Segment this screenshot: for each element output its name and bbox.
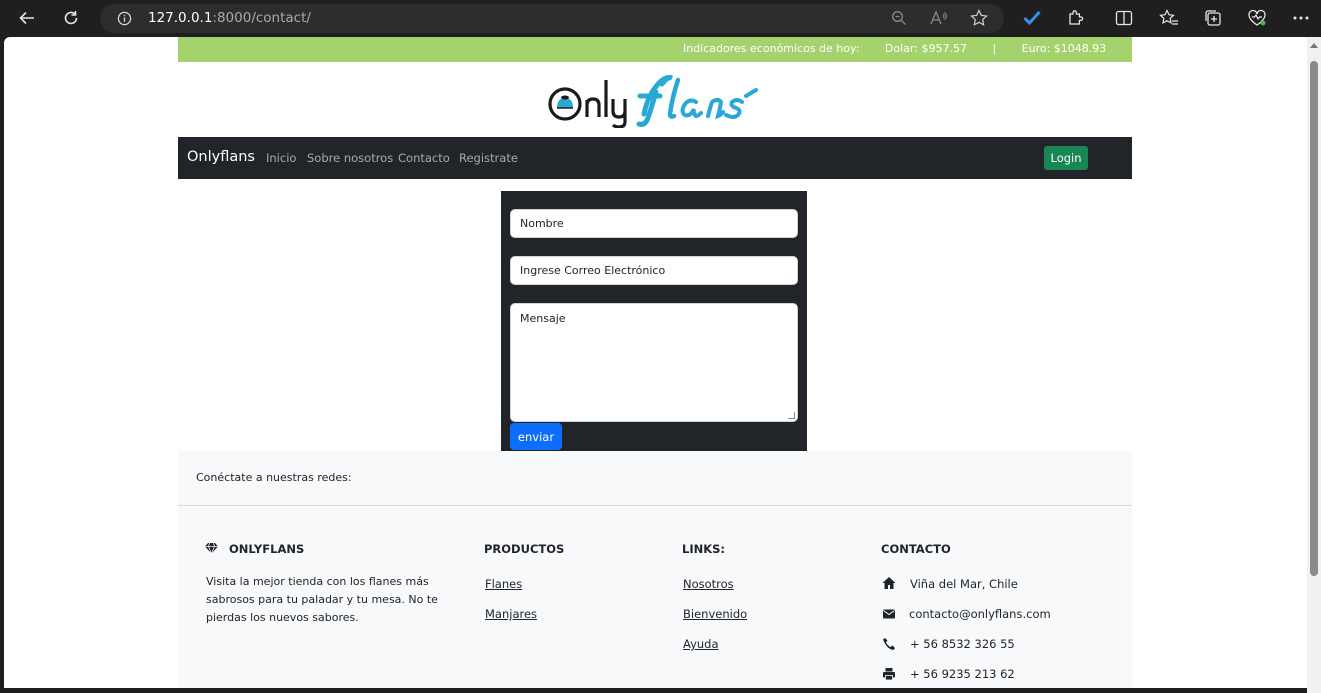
onlyflans-logo[interactable] (548, 72, 763, 128)
footer-links-heading: LINKS: (682, 542, 726, 556)
social-bar: Conéctate a nuestras redes: (178, 451, 1132, 506)
social-text: Conéctate a nuestras redes: (196, 471, 352, 484)
ticker-item: Euro: $1048.93 (1021, 42, 1107, 55)
split-screen-icon[interactable] (1114, 8, 1134, 28)
navbar-brand[interactable]: Onlyflans (187, 149, 255, 165)
extensions-puzzle-icon[interactable] (1066, 8, 1086, 28)
reload-icon (64, 11, 78, 25)
contact-email: contacto@onlyflans.com (909, 607, 1051, 621)
nav-link-registrate[interactable]: Registrate (459, 151, 518, 165)
footer-contact-heading: CONTACTO (881, 542, 951, 556)
footer-products-heading: PRODUCTOS (484, 542, 565, 556)
page-viewport: Indicadores económicos de hoy: Dolar: $9… (4, 37, 1307, 688)
contact-form: Nombre Ingrese Correo Electrónico Mensaj… (501, 191, 807, 451)
vertical-scrollbar[interactable] (1307, 37, 1321, 693)
contact-fax: + 56 9235 213 62 (910, 667, 1015, 681)
collections-icon[interactable] (1203, 8, 1223, 28)
nav-link-contacto[interactable]: Contacto (398, 151, 450, 165)
reload-button[interactable] (56, 4, 86, 32)
url-host: 127.0.0.1 (148, 10, 213, 26)
message-placeholder: Mensaje (520, 312, 566, 325)
home-icon (882, 577, 896, 589)
more-menu-icon[interactable] (1291, 8, 1311, 28)
footer-link-nosotros[interactable]: Nosotros (683, 577, 734, 591)
gem-icon (205, 542, 218, 554)
printer-icon (883, 668, 895, 681)
address-bar[interactable]: 127.0.0.1:8000/contact/ (100, 4, 1004, 33)
zoom-icon[interactable] (889, 8, 909, 28)
phone-icon (883, 638, 895, 650)
favorites-icon[interactable] (1159, 8, 1179, 28)
economic-ticker: Indicadores económicos de hoy: Dolar: $9… (178, 37, 1132, 62)
nav-link-inicio[interactable]: Inicio (266, 151, 296, 165)
contact-phone: + 56 8532 326 55 (910, 637, 1015, 651)
url-path: :8000/contact/ (212, 10, 311, 26)
footer-link-ayuda[interactable]: Ayuda (683, 637, 719, 651)
main-navbar: Onlyflans Inicio Sobre nosotros Contacto… (178, 137, 1132, 179)
contact-address: Viña del Mar, Chile (910, 577, 1018, 591)
footer: ONLYFLANS Visita la mejor tienda con los… (178, 506, 1132, 688)
ticker-item: Dolar: $957.57 (884, 42, 967, 55)
footer-brand-heading: ONLYFLANS (229, 542, 305, 556)
info-icon[interactable] (117, 11, 132, 26)
ticker-item: Indicadores económicos de hoy: (683, 42, 860, 55)
browser-essentials-icon[interactable] (1247, 8, 1267, 28)
footer-link-manjares[interactable]: Manjares (485, 607, 537, 621)
read-aloud-icon[interactable] (929, 8, 949, 28)
logo-header (178, 62, 1132, 137)
ticker-item: | (992, 42, 997, 55)
submit-button[interactable]: enviar (510, 423, 562, 450)
back-button[interactable] (12, 4, 42, 32)
login-button[interactable]: Login (1044, 146, 1088, 170)
favorite-star-icon[interactable] (969, 8, 989, 28)
footer-link-bienvenido[interactable]: Bienvenido (683, 607, 747, 621)
email-input[interactable]: Ingrese Correo Electrónico (510, 256, 798, 285)
scroll-thumb[interactable] (1310, 61, 1318, 576)
message-textarea[interactable]: Mensaje (510, 303, 798, 422)
nav-link-sobre-nosotros[interactable]: Sobre nosotros (307, 151, 393, 165)
browser-toolbar: 127.0.0.1:8000/contact/ (0, 0, 1321, 37)
ticker-track: Indicadores económicos de hoy: Dolar: $9… (683, 42, 1132, 55)
name-input[interactable]: Nombre (510, 209, 798, 238)
footer-link-flanes[interactable]: Flanes (485, 577, 522, 591)
url-text[interactable]: 127.0.0.1:8000/contact/ (148, 10, 311, 26)
resize-handle[interactable] (788, 412, 795, 419)
footer-brand-text: Visita la mejor tienda con los flanes má… (206, 575, 438, 624)
envelope-icon (883, 609, 895, 619)
back-arrow-icon (19, 11, 34, 25)
extension-check-icon[interactable] (1022, 8, 1042, 28)
scroll-up-arrow-icon[interactable] (1310, 43, 1318, 48)
window-bottom-edge (0, 688, 1307, 693)
